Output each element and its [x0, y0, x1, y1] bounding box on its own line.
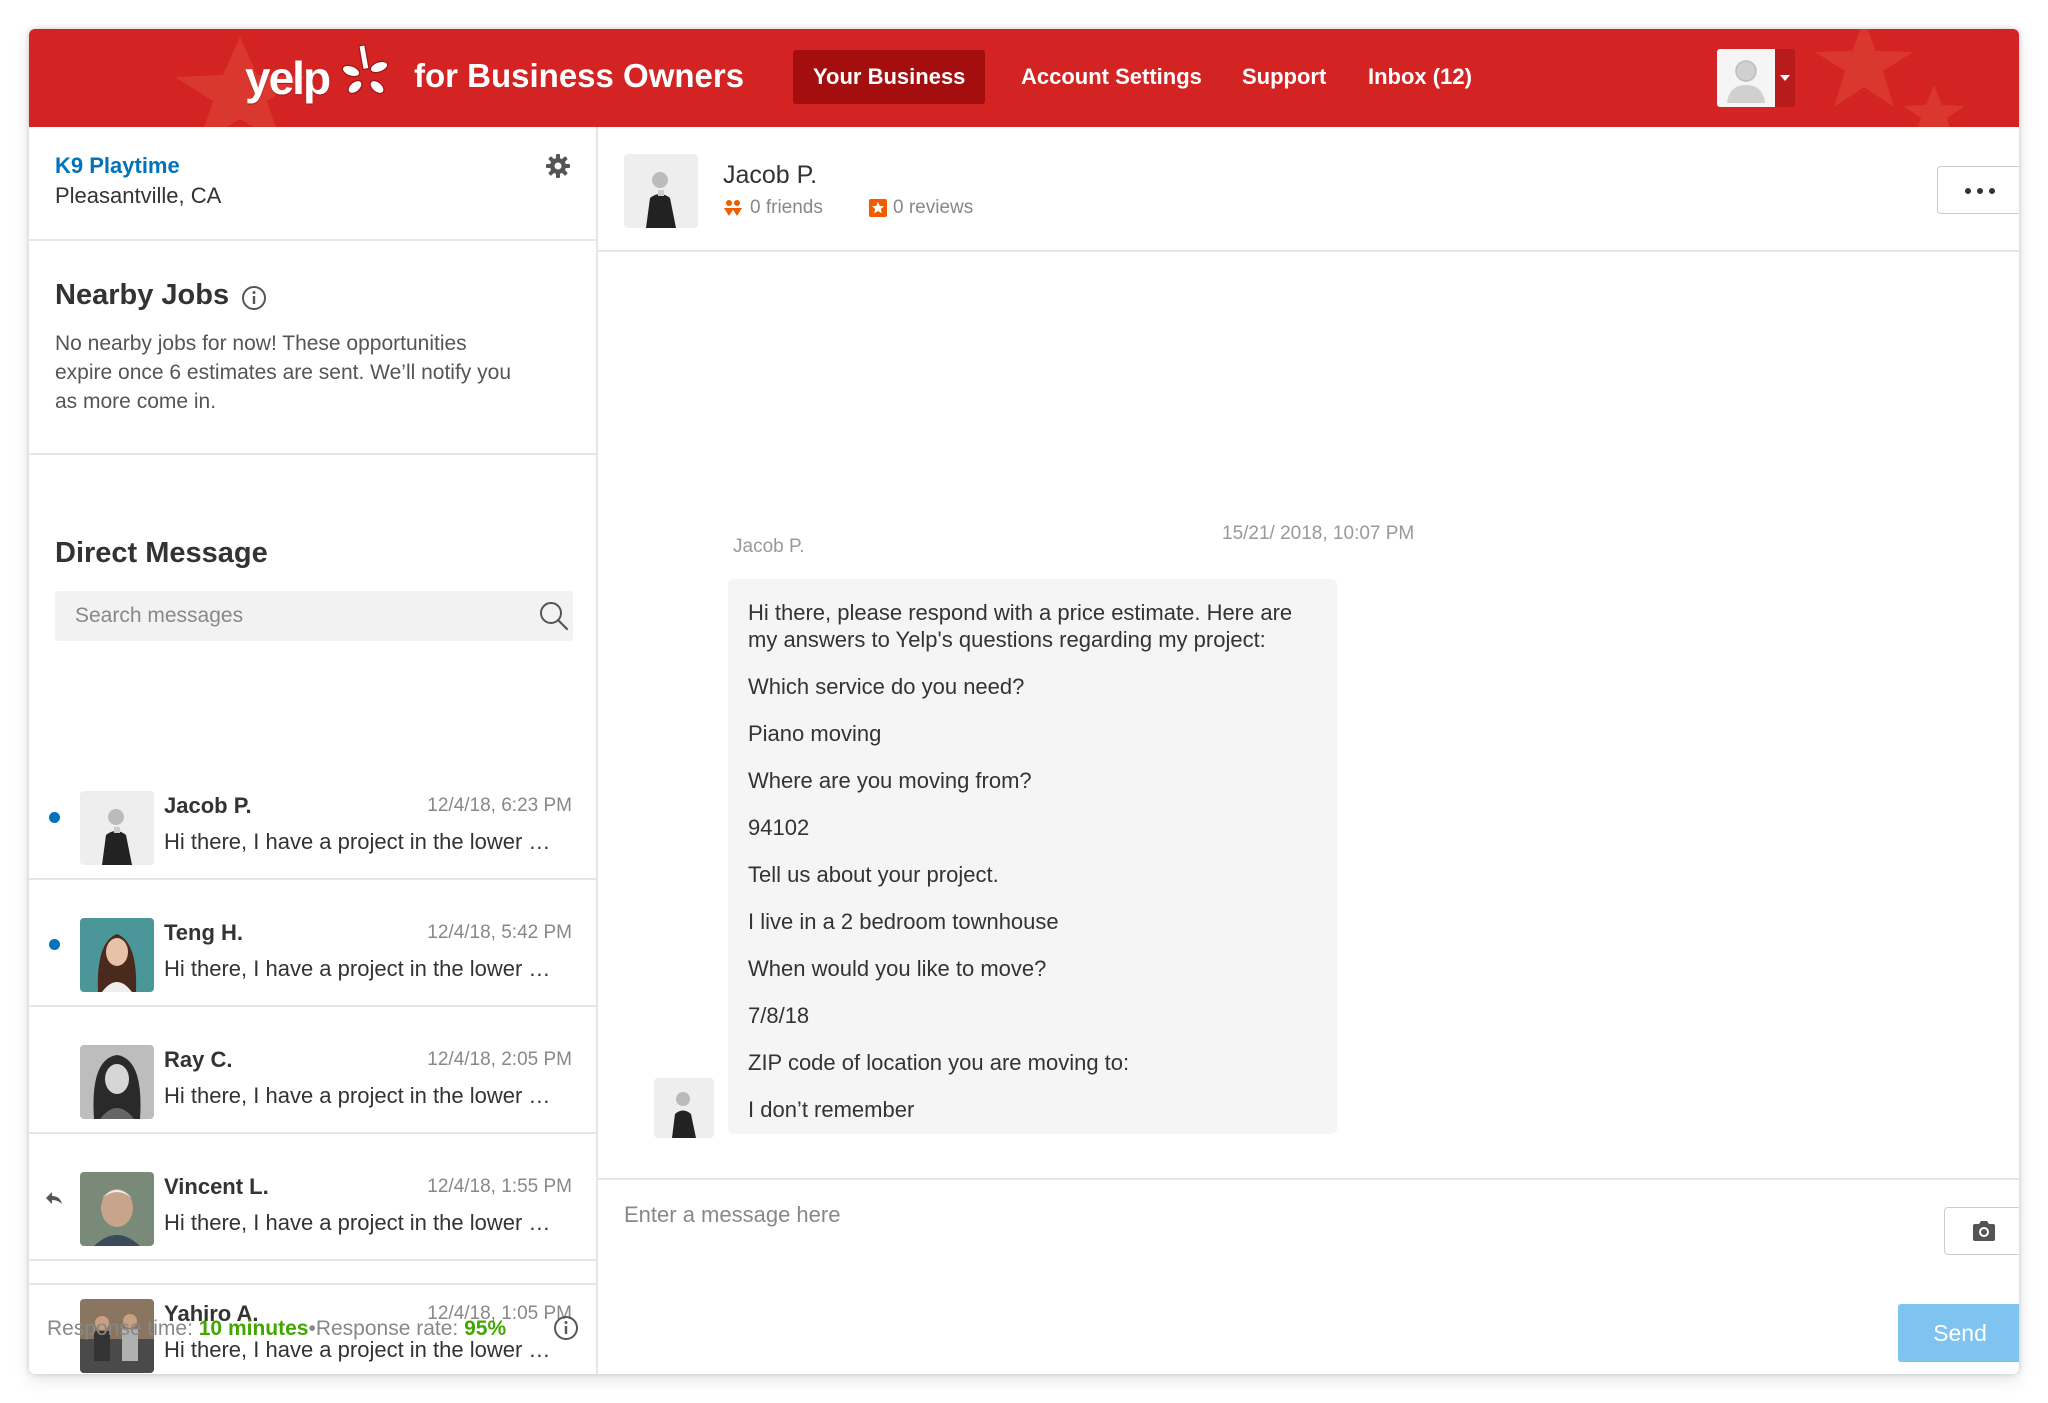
message-time: 12/4/18, 6:23 PM — [427, 795, 572, 816]
unread-dot-icon — [49, 812, 60, 823]
info-icon[interactable] — [241, 285, 267, 311]
message-sender-label: Jacob P. — [733, 536, 805, 557]
camera-icon — [1973, 1221, 1995, 1241]
unread-dot-icon — [49, 939, 60, 950]
business-location: Pleasantville, CA — [55, 183, 222, 208]
message-line: When would you like to move? — [748, 956, 1047, 981]
nav-account-settings[interactable]: Account Settings — [1001, 50, 1222, 104]
compose-area: Send — [598, 1178, 2019, 1374]
message-preview: Hi there, I have a project in the lower … — [164, 829, 564, 854]
message-line: I don’t remember — [748, 1097, 915, 1122]
divider — [29, 1283, 596, 1285]
message-line: ZIP code of location you are moving to: — [748, 1050, 1130, 1075]
conversation-header: Jacob P. 0 friends 0 reviews — [598, 127, 2019, 252]
avatar[interactable] — [624, 154, 698, 228]
yelp-burst-icon — [341, 44, 389, 95]
reply-arrow-icon — [46, 1192, 62, 1204]
search-box — [55, 591, 573, 641]
message-line: Where are you moving from? — [748, 768, 1032, 793]
response-rate-label: Response rate: — [315, 1317, 459, 1340]
response-time-label: Response time: — [47, 1317, 193, 1340]
message-time: 12/4/18, 1:55 PM — [427, 1176, 572, 1197]
message-line: Which service do you need? — [748, 674, 1025, 699]
reviews-count: 0 reviews — [893, 197, 974, 218]
business-name-link[interactable]: K9 Playtime — [55, 153, 180, 179]
more-options-button[interactable] — [1937, 166, 2019, 214]
message-sender-name: Ray C. — [164, 1047, 233, 1072]
response-time-value: 10 minutes — [198, 1317, 309, 1340]
attach-photo-button[interactable] — [1944, 1207, 2019, 1255]
nearby-jobs-section: Nearby Jobs No nearby jobs for now! Thes… — [29, 241, 596, 455]
nav-support[interactable]: Support — [1222, 50, 1346, 104]
review-star-icon — [869, 199, 887, 217]
message-preview: Hi there, I have a project in the lower … — [164, 1083, 564, 1108]
info-icon[interactable] — [553, 1315, 579, 1341]
friends-icon — [724, 200, 742, 216]
nearby-jobs-title: Nearby Jobs — [55, 279, 230, 311]
message-list-item[interactable]: Jacob P. 12/4/18, 6:23 PM Hi there, I ha… — [29, 753, 596, 880]
avatar — [80, 791, 154, 865]
header-title: for Business Owners — [414, 57, 745, 94]
friends-count: 0 friends — [750, 197, 823, 218]
message-line: I live in a 2 bedroom townhouse — [748, 909, 1059, 934]
message-list-item[interactable]: Vincent L. 12/4/18, 1:55 PM Hi there, I … — [29, 1134, 596, 1261]
nearby-jobs-text: No nearby jobs for now! These opportunit… — [55, 332, 512, 413]
response-stats: Response time: 10 minutes•Response rate:… — [47, 1317, 506, 1341]
account-dropdown-caret-icon[interactable] — [1775, 49, 1795, 107]
message-preview: Hi there, I have a project in the lower … — [164, 956, 564, 981]
avatar — [80, 918, 154, 992]
message-sender-name: Vincent L. — [164, 1174, 269, 1199]
message-timestamp: 15/21/ 2018, 10:07 PM — [1222, 523, 1415, 544]
message-preview: Hi there, I have a project in the lower … — [164, 1210, 564, 1235]
avatar — [80, 1045, 154, 1119]
business-info: K9 Playtime Pleasantville, CA — [29, 127, 596, 241]
top-header: yelp for Business Owners Your Business A… — [29, 29, 2019, 127]
message-line: 94102 — [748, 815, 810, 840]
message-time: 12/4/18, 2:05 PM — [427, 1049, 572, 1070]
message-bubble: Hi there, please respond with a price es… — [728, 579, 1337, 1134]
logo-wordmark: yelp — [245, 52, 331, 104]
conversation-panel: Jacob P. 0 friends 0 reviews Jacob P. 15… — [598, 127, 2019, 1374]
message-line: 7/8/18 — [748, 1003, 810, 1028]
message-input[interactable] — [598, 1190, 1898, 1240]
gear-icon[interactable] — [545, 153, 571, 179]
message-sender-name: Teng H. — [164, 920, 244, 945]
direct-message-title: Direct Message — [55, 537, 268, 569]
user-avatar[interactable] — [1717, 49, 1775, 107]
message-list-item[interactable]: Teng H. 12/4/18, 5:42 PM Hi there, I hav… — [29, 880, 596, 1007]
message-time: 12/4/18, 5:42 PM — [427, 922, 572, 943]
default-user-icon — [1727, 60, 1765, 103]
send-button[interactable]: Send — [1898, 1304, 2019, 1362]
message-list-item[interactable]: Ray C. 12/4/18, 2:05 PM Hi there, I have… — [29, 1007, 596, 1134]
left-sidebar: K9 Playtime Pleasantville, CA Nearby Job… — [29, 127, 598, 1374]
message-line: Hi there, please respond with a price es… — [748, 600, 1293, 652]
message-line: Piano moving — [748, 721, 882, 746]
message-line: Tell us about your project. — [748, 862, 999, 887]
message-sender-name: Jacob P. — [164, 793, 252, 818]
nav-inbox[interactable]: Inbox (12) — [1348, 50, 1492, 104]
nav-your-business[interactable]: Your Business — [793, 50, 986, 104]
search-input[interactable] — [55, 591, 525, 641]
conversation-user-name[interactable]: Jacob P. — [723, 161, 817, 190]
search-icon[interactable] — [539, 601, 569, 631]
stats-separator: • — [308, 1317, 316, 1340]
avatar — [654, 1078, 714, 1138]
response-rate-value: 95% — [464, 1317, 507, 1340]
decorative-star — [1903, 85, 1965, 127]
avatar — [80, 1172, 154, 1246]
app-window: yelp for Business Owners Your Business A… — [29, 29, 2019, 1374]
